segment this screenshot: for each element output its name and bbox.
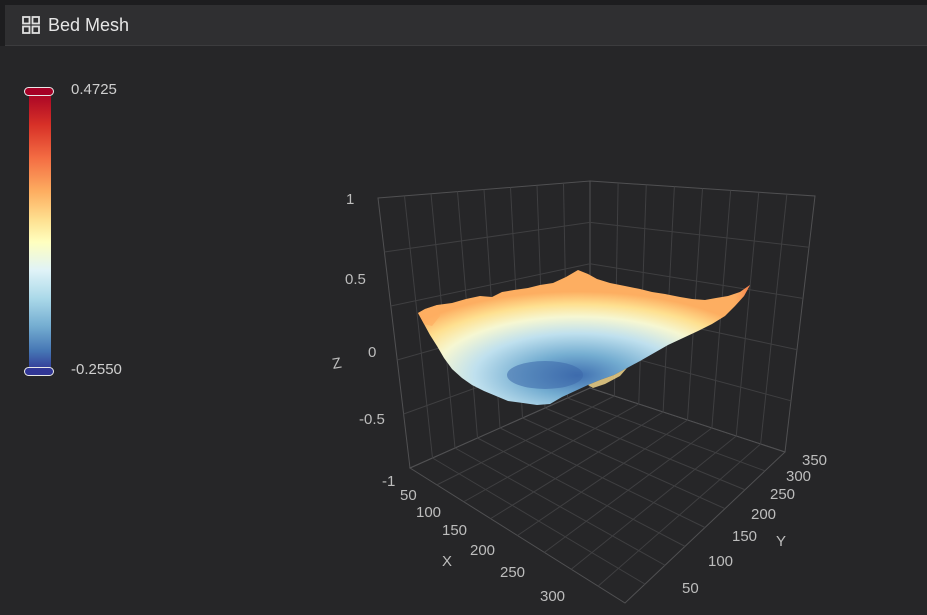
x-axis-ticks: 50 100 150 200 250 300 [400,487,565,605]
x-tick: 100 [416,504,441,521]
y-tick: 250 [770,486,795,503]
mesh-surface-low-spot [507,361,583,389]
grid-line [463,403,639,503]
z-tick: -1 [382,473,395,490]
x-tick: 300 [540,588,565,605]
y-axis-title: Y [776,533,786,550]
y-tick: 50 [682,580,699,597]
grid-line [544,427,713,553]
y-tick: 300 [786,468,811,485]
grid-line [597,443,761,587]
grid-line [436,395,615,486]
bed-mesh-3d-plot[interactable]: 1 0.5 0 -0.5 -1 Z 50 100 150 200 250 300… [0,0,927,615]
grid-line [589,221,810,248]
floor-plane [408,387,786,604]
x-tick: 50 [400,487,417,504]
y-tick: 350 [802,452,827,469]
z-tick: -0.5 [359,411,385,428]
y-tick: 150 [732,528,757,545]
x-axis-title: X [442,553,452,570]
y-tick: 200 [751,506,776,523]
y-tick: 100 [708,553,733,570]
grid-line [517,419,688,536]
z-tick: 0 [368,344,376,361]
x-tick: 150 [442,522,467,539]
grid-line [490,411,664,520]
x-tick: 250 [500,564,525,581]
grid-line [735,192,760,437]
z-axis-ticks: 1 0.5 0 -0.5 -1 [345,191,395,490]
y-axis-ticks: 50 100 150 200 250 300 350 [682,452,827,597]
grid-line [384,221,591,253]
x-tick: 200 [470,542,495,559]
grid-line [760,194,788,445]
z-axis-title: Z [331,355,343,373]
mesh-surface [418,270,750,405]
z-tick: 0.5 [345,271,366,288]
z-tick: 1 [346,191,354,208]
